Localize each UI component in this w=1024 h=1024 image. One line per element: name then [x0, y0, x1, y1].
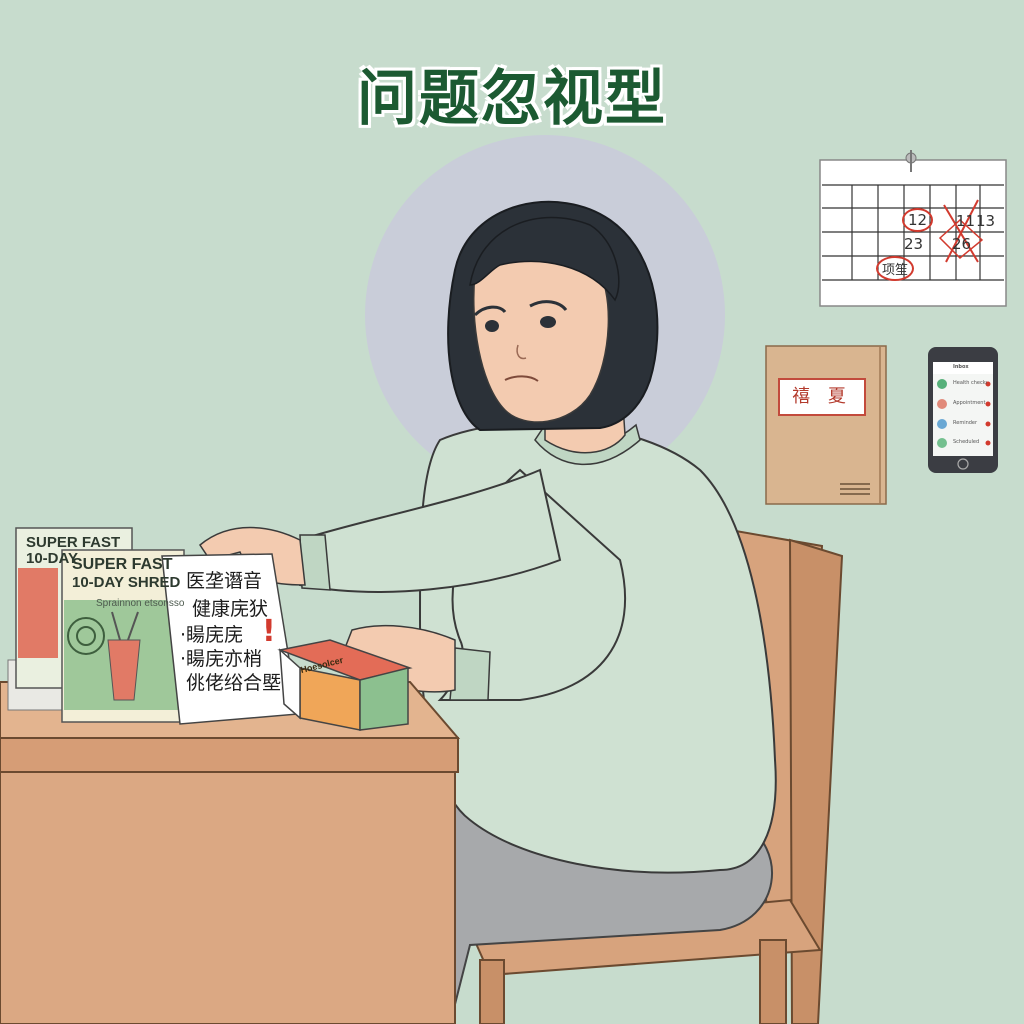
- back-magazine-title: SUPER FAST: [26, 534, 121, 551]
- paper-line: 佻佬绤合塈: [186, 672, 282, 694]
- front-magazine-title: 10-DAY SHRED: [72, 574, 181, 591]
- calendar-date-circled: 12: [902, 208, 934, 232]
- back-magazine-title: 10-DAY: [26, 550, 78, 567]
- paper-exclamation: !: [262, 614, 276, 649]
- phone-header: Inbox: [953, 364, 969, 370]
- front-magazine-subtitle: Sprainnon etsonsso: [96, 598, 185, 609]
- desk: [0, 681, 461, 1024]
- paper-line: ·䁑庑亦梢: [180, 648, 263, 670]
- paper-line: 医垄谮音: [186, 570, 263, 592]
- phone-list-item: Reminder: [953, 420, 978, 426]
- calendar-date: 23: [904, 235, 924, 253]
- phone-list-item: Health checkup: [953, 380, 987, 386]
- phone-list-item: Appointment: [953, 400, 986, 406]
- folder-label: 禧 夏: [778, 378, 866, 416]
- paper-line: 健康庑犾: [192, 598, 269, 620]
- paper-line: ·䁑庑庑: [180, 624, 244, 646]
- front-magazine-title: SUPER FAST: [72, 556, 173, 573]
- calendar-date: 13: [976, 212, 996, 230]
- calendar-date-crossed: 26: [952, 235, 972, 253]
- page-title: 问题忽视型: [357, 64, 667, 134]
- phone-list-item: Scheduled: [953, 439, 980, 445]
- calendar-note-circled: 项笙: [876, 256, 915, 281]
- illustration-scene: [0, 150, 1007, 1024]
- calendar-date: 11: [956, 212, 976, 230]
- wall-folder: [765, 345, 887, 505]
